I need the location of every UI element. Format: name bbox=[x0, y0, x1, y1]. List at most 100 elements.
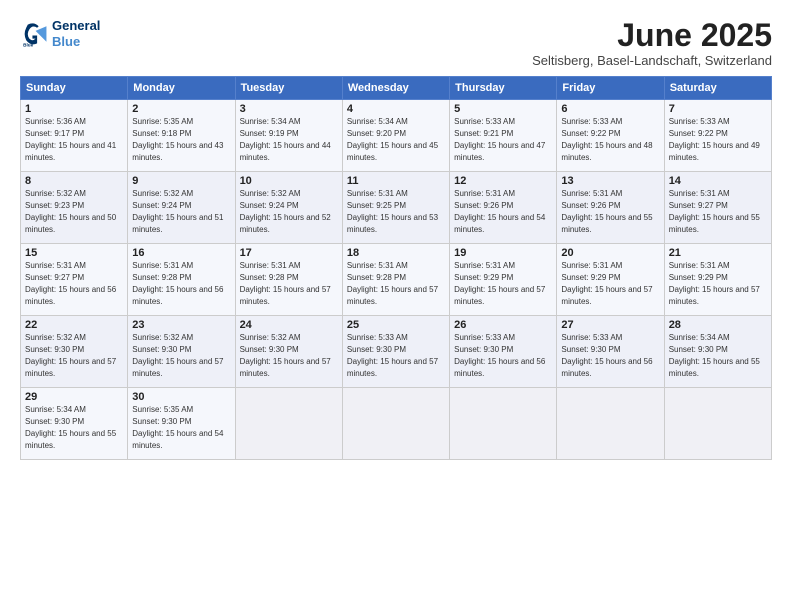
day-number: 27 bbox=[561, 319, 659, 331]
day-info: Sunrise: 5:34 AMSunset: 9:30 PMDaylight:… bbox=[25, 405, 116, 449]
title-area: June 2025 Seltisberg, Basel-Landschaft, … bbox=[532, 18, 772, 68]
day-number: 7 bbox=[669, 103, 767, 115]
day-info: Sunrise: 5:34 AMSunset: 9:20 PMDaylight:… bbox=[347, 117, 438, 161]
week-row-1: 1 Sunrise: 5:36 AMSunset: 9:17 PMDaylight… bbox=[21, 100, 772, 172]
day-cell: 24 Sunrise: 5:32 AMSunset: 9:30 PMDayligh… bbox=[235, 316, 342, 388]
day-cell: 1 Sunrise: 5:36 AMSunset: 9:17 PMDaylight… bbox=[21, 100, 128, 172]
header-day-saturday: Saturday bbox=[664, 77, 771, 100]
day-cell: 27 Sunrise: 5:33 AMSunset: 9:30 PMDayligh… bbox=[557, 316, 664, 388]
day-info: Sunrise: 5:31 AMSunset: 9:27 PMDaylight:… bbox=[25, 261, 116, 305]
day-info: Sunrise: 5:35 AMSunset: 9:30 PMDaylight:… bbox=[132, 405, 223, 449]
day-number: 13 bbox=[561, 175, 659, 187]
day-info: Sunrise: 5:32 AMSunset: 9:23 PMDaylight:… bbox=[25, 189, 116, 233]
day-cell: 22Sunrise: 5:32 AMSunset: 9:30 PMDayligh… bbox=[21, 316, 128, 388]
month-title: June 2025 bbox=[532, 18, 772, 53]
day-info: Sunrise: 5:31 AMSunset: 9:29 PMDaylight:… bbox=[561, 261, 652, 305]
day-number: 19 bbox=[454, 247, 552, 259]
day-number: 1 bbox=[25, 103, 123, 115]
day-number: 3 bbox=[240, 103, 338, 115]
logo: Blue General Blue bbox=[20, 18, 100, 49]
day-cell: 5Sunrise: 5:33 AMSunset: 9:21 PMDaylight… bbox=[450, 100, 557, 172]
calendar-table: SundayMondayTuesdayWednesdayThursdayFrid… bbox=[20, 76, 772, 460]
day-info: Sunrise: 5:32 AMSunset: 9:30 PMDaylight:… bbox=[132, 333, 223, 377]
week-row-4: 22 Sunrise: 5:32 AMSunset: 9:30 PMDayligh… bbox=[21, 316, 772, 388]
day-cell: 7 Sunrise: 5:33 AMSunset: 9:22 PMDaylight… bbox=[664, 100, 771, 172]
day-number: 18 bbox=[347, 247, 445, 259]
header-day-sunday: Sunday bbox=[21, 77, 128, 100]
day-cell: 25 Sunrise: 5:33 AMSunset: 9:30 PMDayligh… bbox=[342, 316, 449, 388]
day-number: 10 bbox=[240, 175, 338, 187]
header: Blue General Blue June 2025 Seltisberg, … bbox=[20, 18, 772, 68]
day-info: Sunrise: 5:34 AMSunset: 9:30 PMDaylight:… bbox=[669, 333, 760, 377]
day-info: Sunrise: 5:32 AMSunset: 9:24 PMDaylight:… bbox=[240, 189, 331, 233]
day-info: Sunrise: 5:31 AMSunset: 9:26 PMDaylight:… bbox=[454, 189, 545, 233]
day-cell: 21Sunrise: 5:31 AMSunset: 9:29 PMDayligh… bbox=[664, 244, 771, 316]
day-cell: 26Sunrise: 5:33 AMSunset: 9:30 PMDayligh… bbox=[450, 316, 557, 388]
day-number: 28 bbox=[669, 319, 767, 331]
day-number: 15 bbox=[25, 247, 123, 259]
header-day-wednesday: Wednesday bbox=[342, 77, 449, 100]
day-number: 21 bbox=[669, 247, 767, 259]
day-cell: 4 Sunrise: 5:34 AMSunset: 9:20 PMDaylight… bbox=[342, 100, 449, 172]
day-cell: 10 Sunrise: 5:32 AMSunset: 9:24 PMDayligh… bbox=[235, 172, 342, 244]
day-info: Sunrise: 5:31 AMSunset: 9:29 PMDaylight:… bbox=[454, 261, 545, 305]
day-info: Sunrise: 5:33 AMSunset: 9:30 PMDaylight:… bbox=[347, 333, 438, 377]
day-number: 12 bbox=[454, 175, 552, 187]
day-number: 30 bbox=[132, 391, 230, 403]
day-cell: 16 Sunrise: 5:31 AMSunset: 9:28 PMDayligh… bbox=[128, 244, 235, 316]
header-row: SundayMondayTuesdayWednesdayThursdayFrid… bbox=[21, 77, 772, 100]
day-info: Sunrise: 5:31 AMSunset: 9:28 PMDaylight:… bbox=[347, 261, 438, 305]
header-day-friday: Friday bbox=[557, 77, 664, 100]
day-cell: 12 Sunrise: 5:31 AMSunset: 9:26 PMDayligh… bbox=[450, 172, 557, 244]
day-cell: 29 Sunrise: 5:34 AMSunset: 9:30 PMDayligh… bbox=[21, 388, 128, 460]
day-cell: 9Sunrise: 5:32 AMSunset: 9:24 PMDaylight… bbox=[128, 172, 235, 244]
svg-text:Blue: Blue bbox=[23, 42, 34, 47]
day-info: Sunrise: 5:36 AMSunset: 9:17 PMDaylight:… bbox=[25, 117, 116, 161]
day-info: Sunrise: 5:31 AMSunset: 9:28 PMDaylight:… bbox=[132, 261, 223, 305]
day-cell: 17 Sunrise: 5:31 AMSunset: 9:28 PMDayligh… bbox=[235, 244, 342, 316]
day-number: 17 bbox=[240, 247, 338, 259]
day-cell: 18 Sunrise: 5:31 AMSunset: 9:28 PMDayligh… bbox=[342, 244, 449, 316]
calendar-page: Blue General Blue June 2025 Seltisberg, … bbox=[0, 0, 792, 612]
logo-text-blue: Blue bbox=[52, 34, 100, 50]
day-cell: 6Sunrise: 5:33 AMSunset: 9:22 PMDaylight… bbox=[557, 100, 664, 172]
day-number: 9 bbox=[132, 175, 230, 187]
day-cell: 20 Sunrise: 5:31 AMSunset: 9:29 PMDayligh… bbox=[557, 244, 664, 316]
day-info: Sunrise: 5:33 AMSunset: 9:22 PMDaylight:… bbox=[561, 117, 652, 161]
week-row-3: 15 Sunrise: 5:31 AMSunset: 9:27 PMDayligh… bbox=[21, 244, 772, 316]
day-number: 29 bbox=[25, 391, 123, 403]
day-cell: 14Sunrise: 5:31 AMSunset: 9:27 PMDayligh… bbox=[664, 172, 771, 244]
day-number: 20 bbox=[561, 247, 659, 259]
day-cell bbox=[664, 388, 771, 460]
day-info: Sunrise: 5:35 AMSunset: 9:18 PMDaylight:… bbox=[132, 117, 223, 161]
day-number: 16 bbox=[132, 247, 230, 259]
day-number: 25 bbox=[347, 319, 445, 331]
day-info: Sunrise: 5:31 AMSunset: 9:28 PMDaylight:… bbox=[240, 261, 331, 305]
day-cell: 15 Sunrise: 5:31 AMSunset: 9:27 PMDayligh… bbox=[21, 244, 128, 316]
header-day-tuesday: Tuesday bbox=[235, 77, 342, 100]
day-info: Sunrise: 5:33 AMSunset: 9:22 PMDaylight:… bbox=[669, 117, 760, 161]
day-number: 24 bbox=[240, 319, 338, 331]
day-info: Sunrise: 5:31 AMSunset: 9:26 PMDaylight:… bbox=[561, 189, 652, 233]
header-day-thursday: Thursday bbox=[450, 77, 557, 100]
day-cell: 23Sunrise: 5:32 AMSunset: 9:30 PMDayligh… bbox=[128, 316, 235, 388]
week-row-2: 8Sunrise: 5:32 AMSunset: 9:23 PMDaylight… bbox=[21, 172, 772, 244]
day-number: 11 bbox=[347, 175, 445, 187]
day-number: 4 bbox=[347, 103, 445, 115]
day-cell: 11Sunrise: 5:31 AMSunset: 9:25 PMDayligh… bbox=[342, 172, 449, 244]
day-number: 26 bbox=[454, 319, 552, 331]
day-info: Sunrise: 5:32 AMSunset: 9:30 PMDaylight:… bbox=[240, 333, 331, 377]
day-cell: 8Sunrise: 5:32 AMSunset: 9:23 PMDaylight… bbox=[21, 172, 128, 244]
day-number: 22 bbox=[25, 319, 123, 331]
day-info: Sunrise: 5:34 AMSunset: 9:19 PMDaylight:… bbox=[240, 117, 331, 161]
day-cell: 19 Sunrise: 5:31 AMSunset: 9:29 PMDayligh… bbox=[450, 244, 557, 316]
day-number: 14 bbox=[669, 175, 767, 187]
day-cell: 2Sunrise: 5:35 AMSunset: 9:18 PMDaylight… bbox=[128, 100, 235, 172]
day-cell bbox=[557, 388, 664, 460]
day-cell: 13 Sunrise: 5:31 AMSunset: 9:26 PMDayligh… bbox=[557, 172, 664, 244]
subtitle: Seltisberg, Basel-Landschaft, Switzerlan… bbox=[532, 53, 772, 68]
logo-text-general: General bbox=[52, 18, 100, 34]
header-day-monday: Monday bbox=[128, 77, 235, 100]
day-info: Sunrise: 5:33 AMSunset: 9:21 PMDaylight:… bbox=[454, 117, 545, 161]
day-info: Sunrise: 5:33 AMSunset: 9:30 PMDaylight:… bbox=[561, 333, 652, 377]
